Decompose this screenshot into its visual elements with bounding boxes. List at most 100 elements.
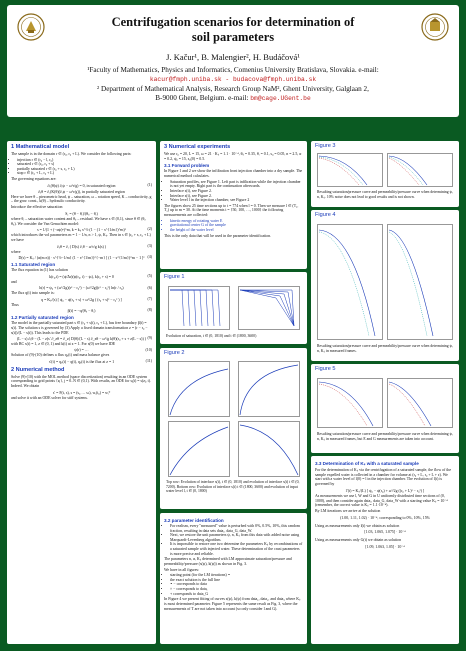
paragraph: where [11,249,21,254]
list-item: It is impossible to restore one two dete… [170,542,303,556]
equation-number: (7) [147,296,152,301]
paragraph: The governing equations are: [11,177,57,182]
equation-text: ∂ₜθ = ∂ᵣ ( D(s) ∂ᵣθ − ω²r/g k(s) ) [56,244,107,249]
equation-number: (8) [147,308,152,313]
equation: l′(t) = Kₛ/(L) [ ψ₀ − ψ(r₀) + ω²/2g ((r₀… [345,488,425,493]
legend-list: starting point (for the LM iterations) ∘… [170,573,303,596]
saturated-sample-panel: 3.3 Determination of Kₛ with a saturated… [311,456,459,644]
figure-1-panel: Figure 1 Evolution of saturation, t ∈ (0… [160,272,307,344]
email-link[interactable]: bm@cage.UGent.be [250,95,310,102]
parts-list: injection r ∈ (r₀ − l, r₀) saturated r ∈… [17,158,152,176]
saturation-pressure-plot [317,378,383,428]
affiliation-1: ¹Faculty of Mathematics, Physics and Inf… [87,66,379,74]
saturation-pressure-plot [317,224,383,340]
list-item: Saturation profiles, see Figure 1. Left … [170,180,303,189]
figure-title: Figure 5 [315,366,336,372]
paragraph: We use r₀ = 20, L = 15, ω = 21 · Kₛ = 1.… [164,152,302,161]
figure-4-panel: Figure 4 Resulting saturation/pressure c… [311,210,459,361]
result-list: Saturation profiles, see Figure 1. Left … [170,180,303,203]
figure-title: Figure 2 [164,350,185,356]
paragraph: Thus [11,302,19,307]
equation-text: k(r₀,t) = (ψ/Δr)(ψ(r₀, t) − ψₗ), k(r₀ + … [49,275,114,280]
paragraph: Here we have θ – piezometric head, ψ – s… [11,194,152,204]
paragraph: For the determination of Kₛ via the cent… [315,468,452,487]
equation: s = 1/(1 + (−αψ)ⁿ)^m, k = kₛ s^½ (1 − (1… [11,227,152,232]
figure-caption: Resulting saturation/pressure curve and … [317,190,453,199]
section-heading: 2 Numerical method [11,366,65,373]
equation: ∂ₜ(θ(ψ) ∂ᵣψ − ω²r/g) = 0, in saturated r… [11,183,152,188]
equation: ∂ₜθ = ∂ᵣ ( D(s) ∂ᵣθ − ω²r/g k(s) ) (3) [11,244,152,249]
equation: β(t) = −q/(θₛ − θᵣ) (8) [11,308,152,313]
subsection-heading: 3.3 Determination of Kₛ with a saturated… [315,461,419,466]
section-heading: 3 Numerical experiments [164,144,231,150]
poster-title-line-2: soil parameters [191,30,275,44]
paragraph: In Figure 4 we present fitting of curves… [164,597,301,611]
email-link[interactable]: kacur@fmph.uniba.sk - budacova@fmph.unib… [150,76,316,83]
identification-list: For realism, every "measured" value is p… [170,524,303,556]
figure-title: Figure 1 [164,274,185,280]
equation: Sₑ = (θ − θᵣ)/(θₛ − θᵣ) [65,211,98,216]
figure-3-panel: Figure 3 Resulting saturation/pressure c… [311,141,459,207]
interface-plot-bottom-left [168,421,230,477]
paragraph: The sample is in the domain r ∈ (r₀, r₀ … [11,152,132,156]
paragraph: with BC s(t) = 1, z ∈ (0, 1) and k(t) at… [11,342,116,347]
paragraph: The model in the partially saturated par… [11,321,148,335]
paragraph: We have in all figures: [164,567,200,572]
equation: s′(t) = qₛ(t) − q(t), qₛ(t) is the flux … [11,359,152,364]
permeability-pressure-plot [387,378,453,428]
paragraph: where θᵣ – saturation water content and … [11,216,147,226]
equation-number: (10) [145,348,152,353]
equation-text: ∂ₜ(θ(ψ) ∂ᵣψ − ω²r/g) = 0, in saturated r… [47,183,116,188]
affiliation-2b-text: B-9000 Ghent, Belgium. e-mail: [155,94,249,102]
equation: (L − s) ∂ₜθ − (L − z)s′ ∂_zθ = ∂_z( D(θ)… [11,336,152,341]
equation-text: β(t) = −q/(θₛ − θᵣ) [67,309,96,314]
poster: Centrifugation scenarios for determinati… [0,0,466,651]
list-item: Water level l in the injection chamber, … [170,198,303,203]
equation-number: (1) [147,182,152,187]
paragraph: and solve it with an ODE solver for stif… [11,395,88,400]
equation: k(r₀,t) = (ψ/Δr)(ψ(r₀, t) − ψₗ), k(r₀ + … [11,274,152,279]
paragraph: As measurements we use l, W and G in U u… [315,493,448,508]
equation-text: s = 1/(1 + (−αψ)ⁿ)^m, k = kₛ s^½ (1 − (1… [37,228,126,233]
paragraph: In Figure 1 and 2 we show the infiltrati… [164,169,303,179]
authors: J. Kačur¹, B. Malengier², H. Budáčová¹ [166,52,300,62]
water-level-plot [238,421,300,477]
poster-title-line-1: Centrifugation scenarios for determinati… [111,15,355,29]
equation-number: (9) [147,336,152,341]
equation: ψ(r) = … (10) [11,348,152,352]
measurement-list: kinetic energy of rotating water E gravi… [170,219,303,233]
list-item: + corresponds to data_G [170,592,303,597]
equation: s′ = F(t, s), s = (s₀ … sₙ), wᵢ(t₀) = wᵢ… [52,390,111,395]
paragraph: and [11,280,17,285]
equation-number: (3) [147,243,152,248]
figure-caption: Resulting saturation/pressure curve and … [317,432,453,441]
column-1-panel: 1 Mathematical model The sample is in th… [7,141,156,644]
equation-text: h(r) = ψ₀ + (ω²/2g)(r² − r₀²) − (ω²/2g)(… [39,285,124,290]
figure-title: Figure 3 [315,143,336,149]
paragraph: The flux equation in (1) has solution [11,268,68,273]
equation-text: ψ(r) = … [74,348,89,353]
equation: q = Kₛ/(s) [ ψ₀ − ψ(r₀ + s) + ω²/2g ( (r… [11,297,152,302]
paragraph: The figures show 25 time sections up to … [164,203,299,218]
subsection-heading: 3.2 parameter identification [164,518,224,523]
list-item: Next, we restore the unit parameters ψ, … [170,533,303,542]
list-item: the height of the water level [170,228,303,233]
equation: h(r) = ψ₀ + (ω²/2g)(r² − r₀²) − (ω²/2g)(… [11,286,152,290]
figure-title: Figure 4 [315,212,336,218]
paragraph: which introduces the vol parameters m = … [11,233,151,242]
equation-number: (5) [147,274,152,279]
result-value: [1.09, 1.063, 1.05] · 10⁻⁴ [365,545,405,550]
parameter-identification-panel: 3.2 parameter identification For realism… [160,513,307,644]
equation: D(s) = Kₛ / (α(m n)) · s^{½−1/m} (1 − s^… [11,255,152,260]
paragraph: This is the only data that will be used … [164,233,272,238]
interface-plot-top-right [238,361,300,417]
saturation-plot-left [168,286,230,330]
result-value: (1.00, 1.11, 1.02) · 10⁻⁴, corresponding… [340,515,430,520]
subsection-heading: 3.1 Forward problem [164,163,210,169]
paragraph: Using as measurements only l(t) we obtai… [315,523,400,528]
equation-text: D(s) = Kₛ / (α(m n)) · s^{½−1/m} (1 − s^… [18,256,145,261]
paragraph: The flux q(t) into sample is: [11,290,55,295]
permeability-pressure-plot [387,153,453,187]
subsection-heading: 1.2 Partially saturated region [11,315,74,321]
figure-caption: Resulting saturation/pressure curve and … [317,344,453,353]
